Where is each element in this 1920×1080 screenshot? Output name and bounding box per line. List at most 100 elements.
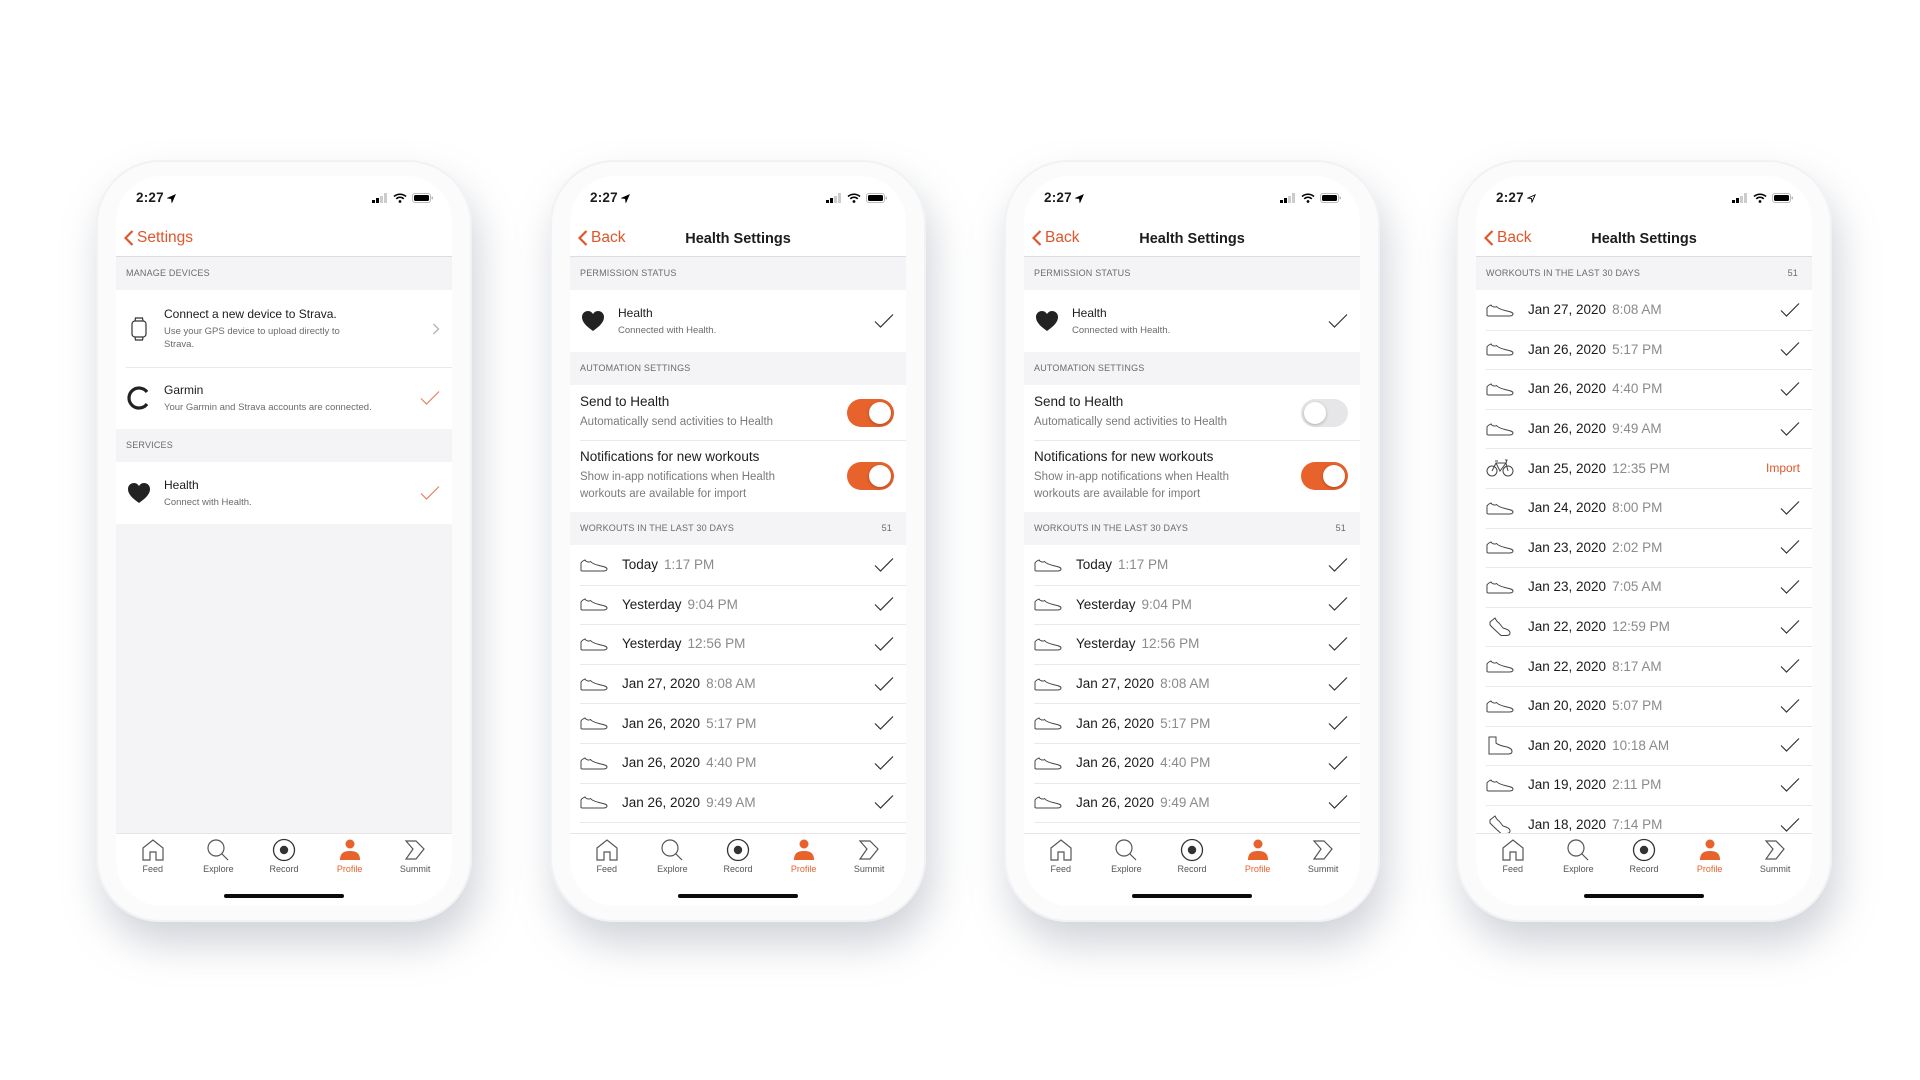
- tab-label: Feed: [1050, 864, 1072, 874]
- send-to-health-toggle[interactable]: [1301, 398, 1348, 427]
- notifications-toggle[interactable]: [847, 462, 894, 490]
- send-to-health-toggle[interactable]: [847, 398, 894, 427]
- health-service-row[interactable]: Health Connect with Health.: [116, 462, 452, 524]
- tab-record[interactable]: Record: [1612, 838, 1676, 874]
- check-icon: [420, 390, 440, 406]
- workout-row[interactable]: Jan 26, 2020 4:40 PM: [1024, 742, 1360, 783]
- search-icon: [661, 839, 683, 861]
- tab-label: Summit: [399, 864, 431, 874]
- tab-profile[interactable]: Profile: [318, 838, 382, 874]
- workout-row[interactable]: Jan 20, 2020 10:18 AM: [1476, 725, 1812, 766]
- workout-row[interactable]: Jan 22, 2020 8:17 AM: [1476, 646, 1812, 686]
- workout-date: Jan 22, 2020: [1528, 619, 1607, 635]
- tab-feed[interactable]: Feed: [121, 838, 185, 874]
- check-icon: [1780, 737, 1800, 753]
- health-permission-row[interactable]: Health Connected with Health.: [570, 290, 906, 352]
- tab-feed[interactable]: Feed: [575, 838, 639, 874]
- tab-profile[interactable]: Profile: [1226, 838, 1290, 874]
- workout-row[interactable]: Jan 26, 2020 9:49 AM: [1476, 408, 1812, 449]
- location-arrow-icon: [1526, 194, 1536, 203]
- nav-bar: Back Health Settings: [1476, 222, 1812, 257]
- workout-row[interactable]: Jan 26, 2020 9:49 AM: [570, 782, 906, 823]
- workout-time: 5:07 PM: [1612, 698, 1663, 714]
- workout-row[interactable]: Jan 23, 2020 7:05 AM: [1476, 567, 1812, 607]
- tab-record[interactable]: Record: [252, 838, 316, 874]
- tab-summit[interactable]: Summit: [1291, 838, 1355, 874]
- home-indicator[interactable]: [678, 894, 798, 898]
- connect-device-row[interactable]: Connect a new device to Strava. Use your…: [116, 290, 452, 367]
- notifications-toggle[interactable]: [1301, 462, 1348, 490]
- running-shoe-icon: [1486, 382, 1514, 396]
- tab-summit[interactable]: Summit: [1743, 838, 1807, 874]
- tab-record[interactable]: Record: [1160, 838, 1224, 874]
- workout-row[interactable]: Today 1:17 PM: [570, 545, 906, 585]
- check-icon: [874, 636, 894, 652]
- workout-row[interactable]: Jan 27, 2020 8:08 AM: [1024, 663, 1360, 704]
- running-shoe-icon: [1486, 580, 1514, 594]
- workout-row[interactable]: Today 1:17 PM: [1024, 545, 1360, 585]
- section-header-label: WORKOUTS IN THE LAST 30 DAYS: [580, 523, 735, 533]
- workout-row[interactable]: Jan 26, 2020 4:40 PM: [570, 742, 906, 783]
- workout-row[interactable]: Jan 19, 2020 2:11 PM: [1476, 765, 1812, 805]
- home-indicator[interactable]: [224, 894, 344, 898]
- running-shoe-icon: [580, 756, 608, 770]
- garmin-row[interactable]: Garmin Your Garmin and Strava accounts a…: [116, 367, 452, 429]
- workout-row[interactable]: Jan 25, 2020 12:35 PM Import: [1476, 448, 1812, 488]
- heart-icon: [582, 311, 604, 331]
- workout-row[interactable]: Yesterday 9:04 PM: [570, 584, 906, 625]
- workout-date: Jan 18, 2020: [1528, 817, 1607, 833]
- home-indicator[interactable]: [1132, 894, 1252, 898]
- workout-time: 1:17 PM: [664, 557, 715, 573]
- workout-row[interactable]: Yesterday 12:56 PM: [570, 624, 906, 664]
- health-permission-row[interactable]: Health Connected with Health.: [1024, 290, 1360, 352]
- import-button[interactable]: Import: [1766, 461, 1800, 475]
- check-icon: [874, 794, 894, 810]
- toggle-knob: [1304, 401, 1326, 424]
- workout-row[interactable]: Jan 26, 2020 5:17 PM: [1024, 703, 1360, 743]
- workout-row[interactable]: Yesterday 12:56 PM: [1024, 624, 1360, 664]
- workout-row[interactable]: Jan 24, 2020 8:00 PM: [1476, 487, 1812, 528]
- notifications-row: Notifications for new workouts Show in-a…: [570, 440, 906, 512]
- workout-row[interactable]: Jan 23, 2020 2:02 PM: [1476, 527, 1812, 568]
- tab-explore[interactable]: Explore: [1546, 838, 1610, 874]
- tab-summit[interactable]: Summit: [837, 838, 901, 874]
- tab-profile[interactable]: Profile: [772, 838, 836, 874]
- home-indicator[interactable]: [1584, 894, 1704, 898]
- workout-row[interactable]: Jan 22, 2020 12:59 PM: [1476, 606, 1812, 647]
- tab-record[interactable]: Record: [706, 838, 770, 874]
- tab-feed[interactable]: Feed: [1029, 838, 1093, 874]
- workout-row[interactable]: Jan 20, 2020 5:07 PM: [1476, 685, 1812, 726]
- workout-row[interactable]: Yesterday 9:04 PM: [1024, 584, 1360, 625]
- workout-time: 8:00 PM: [1612, 500, 1663, 516]
- wifi-icon: [847, 193, 861, 203]
- phone-screen: 2:27 Back Health Settings WORKOUTS IN TH…: [1476, 176, 1812, 906]
- workout-row[interactable]: Jan 27, 2020 8:08 AM: [1476, 290, 1812, 330]
- tab-explore[interactable]: Explore: [640, 838, 704, 874]
- workout-row[interactable]: Jan 18, 2020 7:14 PM: [1476, 804, 1812, 833]
- status-time-text: 2:27: [1496, 190, 1524, 205]
- workout-row[interactable]: Jan 26, 2020 5:17 PM: [570, 703, 906, 743]
- check-icon: [874, 557, 894, 573]
- workout-date: Jan 27, 2020: [622, 676, 701, 692]
- tab-explore[interactable]: Explore: [186, 838, 250, 874]
- record-icon: [1180, 838, 1204, 862]
- tab-summit[interactable]: Summit: [383, 838, 447, 874]
- status-time: 2:27: [1044, 190, 1084, 205]
- battery-icon: [866, 193, 887, 203]
- workout-row[interactable]: Jan 26, 2020 5:17 PM: [1476, 329, 1812, 370]
- tab-profile[interactable]: Profile: [1678, 838, 1742, 874]
- tab-bar: Feed Explore Record Profile Summit: [570, 833, 906, 906]
- workout-row[interactable]: Jan 26, 2020 9:49 AM: [1024, 782, 1360, 823]
- workout-row[interactable]: Jan 27, 2020 8:08 AM: [570, 663, 906, 704]
- check-icon: [1780, 658, 1800, 674]
- running-shoe-icon: [1486, 699, 1514, 713]
- section-header-automation: AUTOMATION SETTINGS: [1024, 352, 1360, 385]
- tab-feed[interactable]: Feed: [1481, 838, 1545, 874]
- check-icon: [1780, 817, 1800, 833]
- row-subtitle: Automatically send activities to Health: [580, 416, 774, 428]
- tab-explore[interactable]: Explore: [1094, 838, 1158, 874]
- status-time-text: 2:27: [1044, 190, 1072, 205]
- back-button[interactable]: Settings: [124, 229, 193, 247]
- tab-label: Summit: [853, 864, 885, 874]
- workout-row[interactable]: Jan 26, 2020 4:40 PM: [1476, 369, 1812, 409]
